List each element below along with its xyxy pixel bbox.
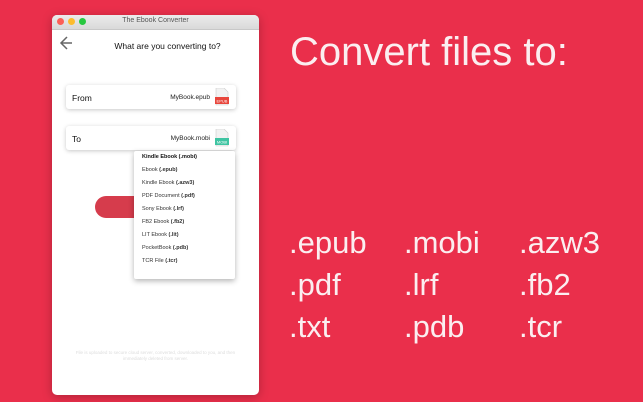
format-dropdown[interactable]: Kindle Ebook (.mobi) Ebook (.epub) Kindl… [134, 151, 235, 279]
app-window: The Ebook Converter What are you convert… [52, 15, 259, 395]
page-heading: What are you converting to? [114, 41, 221, 51]
window-title: The Ebook Converter [122, 17, 189, 24]
from-filename: MyBook.epub [170, 94, 210, 101]
dropdown-item-mobi[interactable]: Kindle Ebook (.mobi) [134, 151, 235, 164]
to-filename: MyBook.mobi [170, 135, 210, 142]
to-label: To [72, 134, 81, 144]
back-arrow-icon[interactable] [57, 33, 77, 53]
dropdown-item-azw3[interactable]: Kindle Ebook (.azw3) [134, 177, 235, 190]
format-mobi: .mobi [404, 225, 480, 260]
dropdown-item-epub[interactable]: Ebook (.epub) [134, 164, 235, 177]
mobi-file-icon: MOBI [215, 129, 229, 147]
format-fb2: .fb2 [519, 267, 571, 302]
format-pdf: .pdf [289, 267, 341, 302]
dropdown-item-lit[interactable]: LIT Ebook (.lit) [134, 229, 235, 242]
format-txt: .txt [289, 309, 331, 344]
promo-headline: Convert files to: [290, 30, 568, 74]
upload-footnote: File is uploaded to secure cloud server,… [75, 350, 236, 361]
from-card[interactable]: From MyBook.epub EPUB [66, 85, 236, 109]
title-bar[interactable]: The Ebook Converter [52, 15, 259, 30]
epub-badge-label: EPUB [217, 99, 228, 104]
mobi-badge-label: MOBI [217, 140, 227, 145]
format-tcr: .tcr [519, 309, 563, 344]
format-pdb: .pdb [404, 309, 465, 344]
format-azw3: .azw3 [519, 225, 600, 260]
to-card[interactable]: To MyBook.mobi MOBI [66, 126, 236, 150]
dropdown-item-fb2[interactable]: FB2 Ebook (.fb2) [134, 216, 235, 229]
format-lrf: .lrf [404, 267, 439, 302]
dropdown-item-pdb[interactable]: PocketBook (.pdb) [134, 242, 235, 255]
dropdown-item-tcr[interactable]: TCR File (.tcr) [134, 255, 235, 268]
convert-button[interactable] [95, 196, 135, 218]
epub-file-icon: EPUB [215, 88, 229, 106]
dropdown-item-lrf[interactable]: Sony Ebook (.lrf) [134, 203, 235, 216]
from-label: From [72, 93, 92, 103]
dropdown-item-pdf[interactable]: PDF Document (.pdf) [134, 190, 235, 203]
format-epub: .epub [289, 225, 367, 260]
